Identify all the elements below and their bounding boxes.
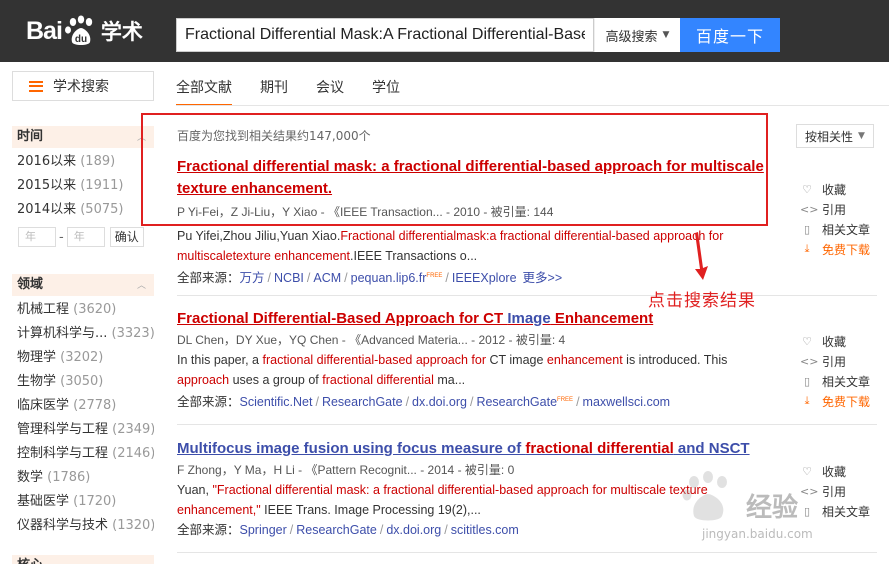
svg-text:du: du [75,34,87,45]
document-icon: ▯ [803,374,811,388]
annotation-text: 点击搜索结果 [648,291,756,311]
menu-button-label: 学术搜索 [53,79,109,95]
logo-xueshu: 学术 [100,20,143,44]
sidebar-field-item[interactable]: 生物学 (3050) [12,370,154,394]
free-badge: FREE [426,273,443,279]
result-divider [177,295,877,296]
source-link[interactable]: scititles.com [451,523,519,537]
logo-text: Bai [26,16,63,45]
year-from-input[interactable]: 年 [18,227,56,247]
annotation-arrow-icon [695,232,708,280]
annotation-highlight-box [141,113,768,226]
tab-conference[interactable]: 会议 [316,70,344,106]
sidebar-field-item[interactable]: 控制科学与工程 (2146) [12,442,154,466]
source-link[interactable]: pequan.lip6.fr [351,271,427,285]
search-input[interactable] [177,19,593,51]
document-icon: ▯ [803,222,811,236]
source-link[interactable]: dx.doi.org [386,523,441,537]
sidebar-field-item[interactable]: 基础医学 (1720) [12,490,154,514]
free-download-button[interactable]: ⤓ 免费下载 [800,391,885,411]
sidebar-year-item[interactable]: 2015以来 (1911) [12,174,154,198]
sidebar-field-filter: 领域 ︿ 机械工程 (3620) 计算机科学与... (3323) 物理学 (32… [12,274,154,538]
result-actions: ♡ 收藏 <> 引用 ▯ 相关文章 ⤓ 免费下载 [800,179,885,259]
sidebar-field-item[interactable]: 临床医学 (2778) [12,394,154,418]
sidebar-field-item[interactable]: 管理科学与工程 (2349) [12,418,154,442]
collect-button[interactable]: ♡ 收藏 [800,179,885,199]
year-to-input[interactable]: 年 [66,227,105,247]
source-link[interactable]: ResearchGate [476,395,557,409]
year-confirm-button[interactable]: 确认 [109,227,144,247]
free-download-button[interactable]: ⤓ 免费下载 [800,239,885,259]
source-link[interactable]: maxwellsci.com [583,395,671,409]
free-badge: FREE [557,397,574,403]
source-link[interactable]: NCBI [274,271,304,285]
download-icon: ⤓ [804,242,810,255]
result-actions: ♡ 收藏 <> 引用 ▯ 相关文章 ⤓ 免费下载 [800,331,885,411]
sidebar-field-item[interactable]: 数学 (1786) [12,466,154,490]
advanced-search-label: 高级搜索 [605,29,658,45]
sidebar-field-item[interactable]: 仪器科学与技术 (1320) [12,514,154,538]
related-articles-button[interactable]: ▯ 相关文章 [800,371,885,391]
sidebar-field-item[interactable]: 机械工程 (3620) [12,298,154,322]
sidebar-year-item[interactable]: 2016以来 (189) [12,150,154,174]
code-icon: <> [800,354,819,368]
result-title-link[interactable]: Multifocus image fusion using focus meas… [177,438,777,460]
advanced-search-dropdown[interactable]: 高级搜索 ▼ [594,18,680,52]
more-sources-link[interactable]: 更多>> [523,271,563,285]
source-link[interactable]: Scientific.Net [240,395,313,409]
code-icon: <> [800,202,819,216]
baidu-xueshu-logo[interactable]: Bai du 学术 [26,14,143,48]
tab-all[interactable]: 全部文献 [176,70,232,106]
download-icon: ⤓ [804,394,810,407]
sidebar-field-item[interactable]: 计算机科学与... (3323) [12,322,154,346]
source-link[interactable]: ACM [313,271,341,285]
sidebar-time-filter: 时间 ︿ 2016以来 (189) 2015以来 (1911) 2014以来 (5… [12,126,154,248]
chevron-down-icon: ▼ [662,30,670,40]
result-divider [177,552,877,553]
source-link[interactable]: Springer [240,523,287,537]
sort-label: 按相关性 [805,129,854,144]
tabs-divider [176,105,889,106]
source-link[interactable]: ResearchGate [322,395,403,409]
watermark-url: jingyan.baidu.com [702,527,813,541]
sidebar-core-header[interactable]: 核心 [12,555,154,564]
source-link[interactable]: dx.doi.org [412,395,467,409]
related-articles-button[interactable]: ▯ 相关文章 [800,219,885,239]
source-link[interactable]: IEEEXplore [452,271,517,285]
tab-degree[interactable]: 学位 [372,70,400,106]
sidebar-core-filter: 核心 [12,555,154,564]
cite-button[interactable]: <> 引用 [800,351,885,371]
sidebar-time-header[interactable]: 时间 ︿ [12,126,154,148]
sidebar-field-item[interactable]: 物理学 (3202) [12,346,154,370]
top-header: Bai du 学术 高级搜索 ▼ 百度一下 [0,0,889,62]
result-abstract-line2: approach uses a group of fractional diff… [177,373,466,387]
chevron-up-icon: ︿ [136,281,146,291]
doc-type-tabs: 全部文献 期刊 会议 学位 [176,70,428,106]
paw-icon: du [64,15,98,47]
heart-icon: ♡ [802,334,812,348]
collect-button[interactable]: ♡ 收藏 [800,331,885,351]
result-abstract: In this paper, a fractional differential… [177,353,728,367]
result-meta: DL Chen，DY Xue，YQ Chen - 《Advanced Mater… [177,333,566,347]
menu-icon [29,80,43,92]
result-sources: 全部来源：Scientific.Net / ResearchGate / dx.doi.… [177,395,671,410]
custom-year-range: 年 - 年 确认 [12,226,154,248]
source-link[interactable]: ResearchGate [296,523,377,537]
sidebar-field-header[interactable]: 领域 ︿ [12,274,154,296]
search-result: Fractional Differential-Based Approach f… [177,308,777,412]
result-divider [177,424,877,425]
search-box[interactable] [176,18,594,52]
result-title-link[interactable]: Fractional Differential-Based Approach f… [177,308,777,330]
watermark-text: 经验 [746,493,799,523]
tab-journal[interactable]: 期刊 [260,70,288,106]
xueshu-search-menu-button[interactable]: 学术搜索 [12,71,154,101]
sidebar-year-item[interactable]: 2014以来 (5075) [12,198,154,222]
chevron-down-icon: ▼ [858,131,865,141]
source-link[interactable]: 万方 [240,271,265,285]
cite-button[interactable]: <> 引用 [800,199,885,219]
sort-dropdown[interactable]: 按相关性 ▼ [796,124,874,148]
heart-icon: ♡ [802,182,812,196]
search-button[interactable]: 百度一下 [680,18,780,52]
